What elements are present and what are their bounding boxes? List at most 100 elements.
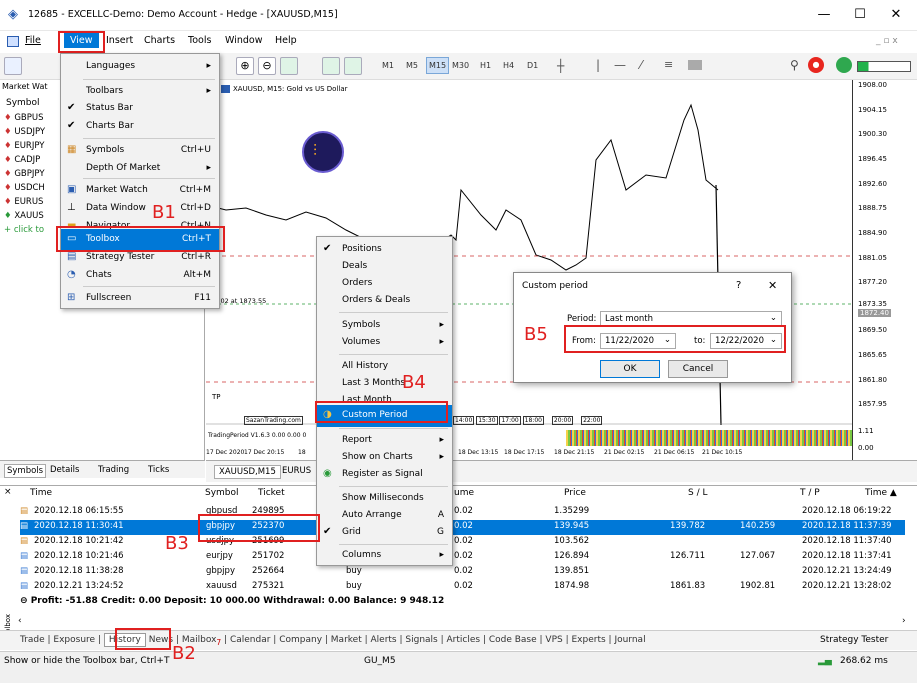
timeframe-h4[interactable]: H4	[503, 61, 514, 70]
tab-exposure[interactable]: Exposure	[53, 635, 95, 645]
ctx-register-signal[interactable]: ◉ Register as Signal	[317, 464, 452, 486]
price-label: 1873.35	[858, 300, 887, 308]
tab-alerts[interactable]: Alerts	[371, 635, 397, 645]
col-price[interactable]: Price	[564, 488, 586, 498]
add-symbol[interactable]: + click to	[4, 225, 44, 235]
col-symbol[interactable]: Symbol	[205, 488, 239, 498]
timeframe-m5[interactable]: M5	[406, 61, 418, 70]
toolbox-close-icon[interactable]: ×	[4, 487, 12, 497]
menu-window[interactable]: Window	[225, 35, 262, 46]
dialog-close-button[interactable]: ✕	[768, 279, 777, 292]
symbol-row[interactable]: ♦ USDJPY	[4, 127, 45, 137]
timeframe-h1[interactable]: H1	[480, 61, 491, 70]
mw-tab-details[interactable]: Details	[50, 465, 79, 475]
mw-tab-trading[interactable]: Trading	[98, 465, 129, 475]
scroll-right-icon[interactable]: ›	[902, 616, 906, 626]
cancel-button[interactable]: Cancel	[668, 360, 728, 378]
mw-tab-symbols[interactable]: Symbols	[4, 464, 47, 478]
tab-code-base[interactable]: Code Base	[489, 635, 537, 645]
ctx-grid[interactable]: ✔ Grid G	[317, 522, 452, 544]
vertical-line-icon[interactable]: |	[596, 58, 600, 72]
notifications-icon[interactable]: ●	[808, 57, 824, 73]
signals-icon[interactable]	[836, 57, 852, 73]
col-sl[interactable]: S / L	[688, 488, 707, 498]
timeframe-m1[interactable]: M1	[382, 61, 394, 70]
mdi-controls[interactable]: _ ▫ x	[876, 36, 898, 46]
tab-journal[interactable]: Journal	[614, 635, 645, 645]
ctx-columns[interactable]: Columns ▸	[317, 545, 452, 567]
ok-button[interactable]: OK	[600, 360, 660, 378]
crosshair-icon[interactable]: ┼	[557, 59, 564, 73]
menu-item-chats[interactable]: ◔ Chats Alt+M	[61, 265, 219, 287]
market-watch-tabs: Symbols Details Trading Ticks	[0, 460, 205, 478]
col-volume[interactable]: ume	[454, 488, 474, 498]
autoscroll-icon[interactable]	[322, 57, 340, 75]
tab-signals[interactable]: Signals	[405, 635, 437, 645]
menu-item-fullscreen[interactable]: ⊞ Fullscreen F11	[61, 288, 219, 310]
menu-help[interactable]: Help	[275, 35, 297, 46]
table-row[interactable]: ▤ 2020.12.21 13:24:52 xauusd 275321 buy …	[20, 580, 905, 595]
tab-calendar[interactable]: Calendar	[230, 635, 270, 645]
symbols-icon: ▦	[67, 144, 77, 155]
horizontal-line-icon[interactable]: —	[614, 58, 626, 72]
tab-company[interactable]: Company	[279, 635, 322, 645]
symbol-row[interactable]: ♦ GBPUS	[4, 113, 44, 123]
fibo-icon[interactable]: ≡	[664, 58, 673, 71]
maximize-button[interactable]: ☐	[844, 5, 876, 25]
table-row[interactable]: ▤ 2020.12.18 10:21:46 eurjpy 251702 0.02…	[20, 550, 905, 565]
search-icon[interactable]: ⚲	[790, 58, 799, 72]
zoom-out-icon[interactable]: ⊖	[258, 57, 276, 75]
menu-item-depth-of-market[interactable]: Depth Of Market ▸	[61, 158, 219, 180]
tab-market[interactable]: Market	[331, 635, 362, 645]
market-watch-header[interactable]: Symbol	[6, 98, 40, 108]
help-button[interactable]: ?	[736, 280, 741, 291]
trendline-icon[interactable]: ⁄	[640, 58, 642, 72]
table-row[interactable]: ▤ 2020.12.18 11:38:28 gbpjpy 252664 buy …	[20, 565, 905, 580]
chart-shift-icon[interactable]	[344, 57, 362, 75]
menu-file[interactable]: File	[25, 35, 41, 46]
symbol-row[interactable]: ♦ XAUUS	[4, 211, 44, 221]
history-header: Time Symbol Ticket ume Price S / L T / P…	[20, 486, 910, 504]
symbol-row[interactable]: ♦ EURJPY	[4, 141, 44, 151]
timeframe-m15[interactable]: M15	[426, 57, 450, 74]
symbol-row[interactable]: ♦ GBPJPY	[4, 169, 45, 179]
menu-item-languages[interactable]: Languages ▸	[61, 56, 219, 78]
symbol-row[interactable]: ♦ USDCH	[4, 183, 45, 193]
scroll-left-icon[interactable]: ‹	[18, 616, 22, 626]
menu-item-charts-bar[interactable]: ✔ Charts Bar	[61, 116, 219, 138]
chart-tab-xauusd[interactable]: XAUUSD,M15	[214, 465, 281, 479]
tab-experts[interactable]: Experts	[571, 635, 605, 645]
symbol-row[interactable]: ♦ EURUS	[4, 197, 43, 207]
timeframe-m30[interactable]: M30	[452, 61, 469, 70]
tab-trade[interactable]: Trade	[20, 635, 45, 645]
price-label: 1861.80	[858, 376, 887, 384]
new-chart-icon[interactable]	[4, 57, 22, 75]
col-time[interactable]: Time	[30, 488, 52, 498]
chart-tab-eurusd[interactable]: EURUS	[282, 466, 311, 476]
mw-tab-ticks[interactable]: Ticks	[148, 465, 169, 475]
status-ping: 268.62 ms	[840, 656, 888, 666]
close-button[interactable]: ✕	[880, 5, 912, 25]
col-ticket[interactable]: Ticket	[258, 488, 285, 498]
zoom-in-icon[interactable]: ⊕	[236, 57, 254, 75]
table-row[interactable]: ▤ 2020.12.18 06:15:55 gbpusd 249895 0.02…	[20, 505, 905, 520]
strategy-tester-button[interactable]: Strategy Tester	[820, 635, 888, 645]
app-menu-icon[interactable]	[7, 36, 19, 47]
minimize-button[interactable]: —	[808, 5, 840, 25]
ctx-orders-deals[interactable]: Orders & Deals	[317, 290, 452, 312]
timeframe-d1[interactable]: D1	[527, 61, 538, 70]
grid-icon[interactable]	[280, 57, 298, 75]
col-time-close[interactable]: Time ▲	[865, 488, 897, 498]
table-row[interactable]: ▤ 2020.12.18 10:21:42 usdjpy 251699 0.02…	[20, 535, 905, 550]
col-tp[interactable]: T / P	[800, 488, 820, 498]
symbol-row[interactable]: ♦ CADJP	[4, 155, 40, 165]
chart-area[interactable]: XAUUSD, M15: Gold vs US Dollar ⫶ 1, 0.02…	[206, 80, 856, 460]
tab-articles[interactable]: Articles	[447, 635, 481, 645]
menu-tools[interactable]: Tools	[188, 35, 211, 46]
menu-insert[interactable]: Insert	[106, 35, 133, 46]
menu-charts[interactable]: Charts	[144, 35, 175, 46]
tab-vps[interactable]: VPS	[545, 635, 562, 645]
ctx-volumes[interactable]: Volumes ▸	[317, 332, 452, 354]
table-row-selected[interactable]: ▤ 2020.12.18 11:30:41 gbpjpy 252370 0.02…	[20, 520, 905, 535]
shapes-icon[interactable]	[688, 60, 702, 70]
